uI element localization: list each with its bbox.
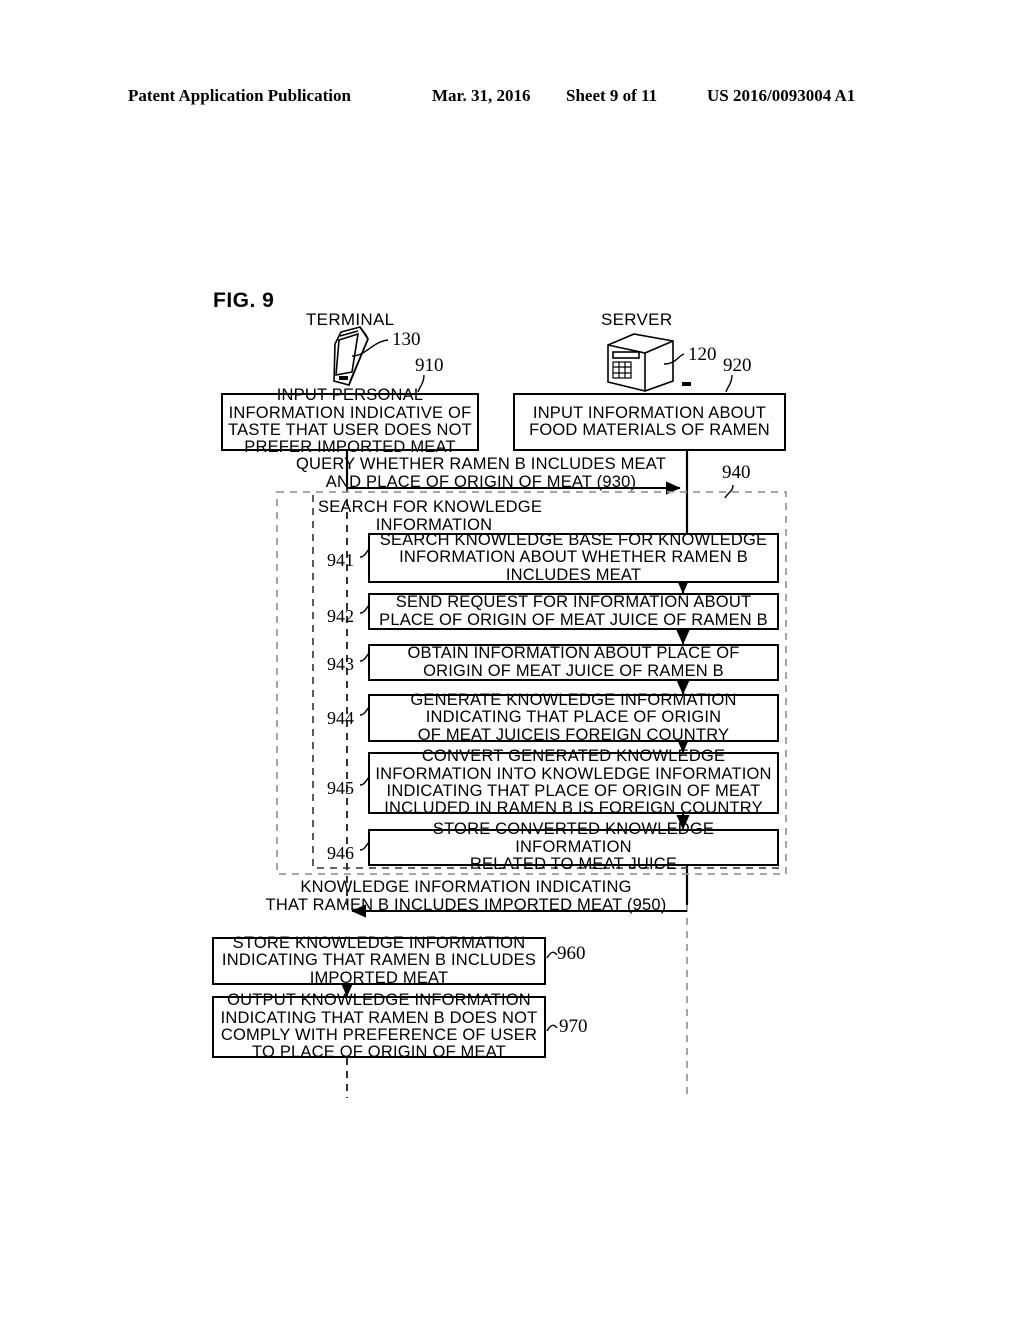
box-942-line-2: PLACE OF ORIGIN OF MEAT JUICE OF RAMEN B xyxy=(379,610,768,629)
actor-label-server: SERVER xyxy=(601,310,673,329)
reference-numeral-946: 946 xyxy=(327,843,354,863)
box-946-line-1: STORE CONVERTED KNOWLEDGE INFORMATION xyxy=(432,820,715,856)
header-sheet-text: Sheet 9 of 11 xyxy=(566,86,658,105)
box-941-line-3: INCLUDES MEAT xyxy=(505,565,642,584)
box-945-line-3: INDICATING THAT PLACE OF ORIGIN OF MEAT xyxy=(386,782,761,800)
box-910-line-3: TASTE THAT USER DOES NOT xyxy=(228,421,472,439)
reference-numeral-960: 960 xyxy=(557,943,586,964)
server-icon xyxy=(607,333,691,392)
process-box-970: OUTPUT KNOWLEDGE INFORMATION INDICATING … xyxy=(212,991,546,1062)
message-label-950: KNOWLEDGE INFORMATION INDICATING THAT RA… xyxy=(242,878,690,915)
process-box-946: STORE CONVERTED KNOWLEDGE INFORMATION RE… xyxy=(368,821,779,873)
process-box-944: GENERATE KNOWLEDGE INFORMATION INDICATIN… xyxy=(368,690,779,744)
process-box-910: INPUT PERSONAL INFORMATION INDICATIVE OF… xyxy=(221,386,479,456)
box-946-line-2: RELATED TO MEAT JUICE xyxy=(469,855,678,874)
box-920-line-1: INPUT INFORMATION ABOUT xyxy=(532,403,767,422)
leader-line-920 xyxy=(725,374,733,393)
process-box-942: SEND REQUEST FOR INFORMATION ABOUT PLACE… xyxy=(368,593,779,630)
group-label-line-2: INFORMATION xyxy=(375,516,493,535)
header-patent-number: US 2016/0093004 A1 xyxy=(707,86,856,105)
box-942-line-1: SEND REQUEST FOR INFORMATION ABOUT xyxy=(395,593,752,612)
reference-numeral-970: 970 xyxy=(559,1016,588,1037)
reference-numeral-120: 120 xyxy=(688,344,717,365)
leader-line-940 xyxy=(724,484,734,499)
box-960-line-3: IMPORTED MEAT xyxy=(309,968,449,987)
process-box-960: STORE KNOWLEDGE INFORMATION INDICATING T… xyxy=(212,933,546,987)
reference-numeral-941: 941 xyxy=(327,550,354,570)
reference-numeral-945: 945 xyxy=(327,778,354,798)
box-960-line-1: STORE KNOWLEDGE INFORMATION xyxy=(232,933,526,952)
box-960-line-2: INDICATING THAT RAMEN B INCLUDES xyxy=(221,951,537,970)
box-970-line-3: COMPLY WITH PREFERENCE OF USER xyxy=(220,1026,538,1044)
leader-line-120 xyxy=(663,353,685,365)
header-date-text: Mar. 31, 2016 xyxy=(432,86,531,105)
box-970-line-1: OUTPUT KNOWLEDGE INFORMATION xyxy=(227,991,531,1010)
smartphone-icon xyxy=(333,326,369,386)
group-label-line-1: SEARCH FOR KNOWLEDGE xyxy=(318,498,543,516)
box-943-line-1: OBTAIN INFORMATION ABOUT PLACE OF xyxy=(407,644,740,663)
leader-line-130 xyxy=(351,339,389,357)
box-910-line-1: INPUT PERSONAL xyxy=(276,386,424,405)
leader-line-960 xyxy=(546,951,558,959)
box-920-line-2: FOOD MATERIALS OF RAMEN xyxy=(529,421,770,439)
message-950-line-1: KNOWLEDGE INFORMATION INDICATING xyxy=(300,878,632,896)
process-box-943: OBTAIN INFORMATION ABOUT PLACE OF ORIGIN… xyxy=(368,644,779,681)
figure-label: FIG. 9 xyxy=(213,289,275,312)
reference-numeral-942: 942 xyxy=(327,606,354,626)
box-970-line-2: INDICATING THAT RAMEN B DOES NOT xyxy=(220,1008,538,1027)
box-945-line-1: CONVERT GENERATED KNOWLEDGE xyxy=(421,747,726,766)
reference-numeral-920: 920 xyxy=(723,355,752,376)
message-label-930: QUERY WHETHER RAMEN B INCLUDES MEAT AND … xyxy=(278,455,684,492)
reference-numeral-910: 910 xyxy=(415,355,444,376)
box-944-line-1: GENERATE KNOWLEDGE INFORMATION xyxy=(410,690,737,709)
reference-numeral-130: 130 xyxy=(392,329,421,350)
box-943-line-2: ORIGIN OF MEAT JUICE OF RAMEN B xyxy=(423,661,724,680)
box-945-line-2: INFORMATION INTO KNOWLEDGE INFORMATION xyxy=(375,764,772,783)
message-930-line-2: AND PLACE OF ORIGIN OF MEAT (930) xyxy=(325,472,637,491)
page-header: Patent Application Publication Mar. 31, … xyxy=(0,86,1024,110)
process-box-945: CONVERT GENERATED KNOWLEDGE INFORMATION … xyxy=(368,747,779,818)
box-941-line-2: INFORMATION ABOUT WHETHER RAMEN B xyxy=(399,548,748,567)
leader-line-970 xyxy=(546,1024,558,1032)
process-box-920: INPUT INFORMATION ABOUT FOOD MATERIALS O… xyxy=(513,393,786,451)
box-944-line-2: INDICATING THAT PLACE OF ORIGIN xyxy=(425,708,722,727)
box-945-line-4: INCLUDED IN RAMEN B IS FOREIGN COUNTRY xyxy=(384,799,763,818)
actor-label-terminal: TERMINAL xyxy=(306,310,395,329)
box-944-line-3: OF MEAT JUICEIS FOREIGN COUNTRY xyxy=(417,725,730,744)
message-930-line-1: QUERY WHETHER RAMEN B INCLUDES MEAT xyxy=(295,455,667,473)
reference-numeral-944: 944 xyxy=(327,708,354,728)
box-910-line-2: INFORMATION INDICATIVE OF xyxy=(228,403,472,422)
reference-numeral-943: 943 xyxy=(327,654,354,674)
group-label-940: SEARCH FOR KNOWLEDGE INFORMATION xyxy=(318,498,550,534)
box-941-line-1: SEARCH KNOWLEDGE BASE FOR KNOWLEDGE xyxy=(379,530,768,549)
box-970-line-4: TO PLACE OF ORIGIN OF MEAT xyxy=(252,1043,506,1062)
reference-numeral-940: 940 xyxy=(722,462,751,483)
process-box-941: SEARCH KNOWLEDGE BASE FOR KNOWLEDGE INFO… xyxy=(368,530,779,584)
message-950-line-2: THAT RAMEN B INCLUDES IMPORTED MEAT (950… xyxy=(265,895,667,914)
header-publication-text: Patent Application Publication xyxy=(128,86,351,105)
